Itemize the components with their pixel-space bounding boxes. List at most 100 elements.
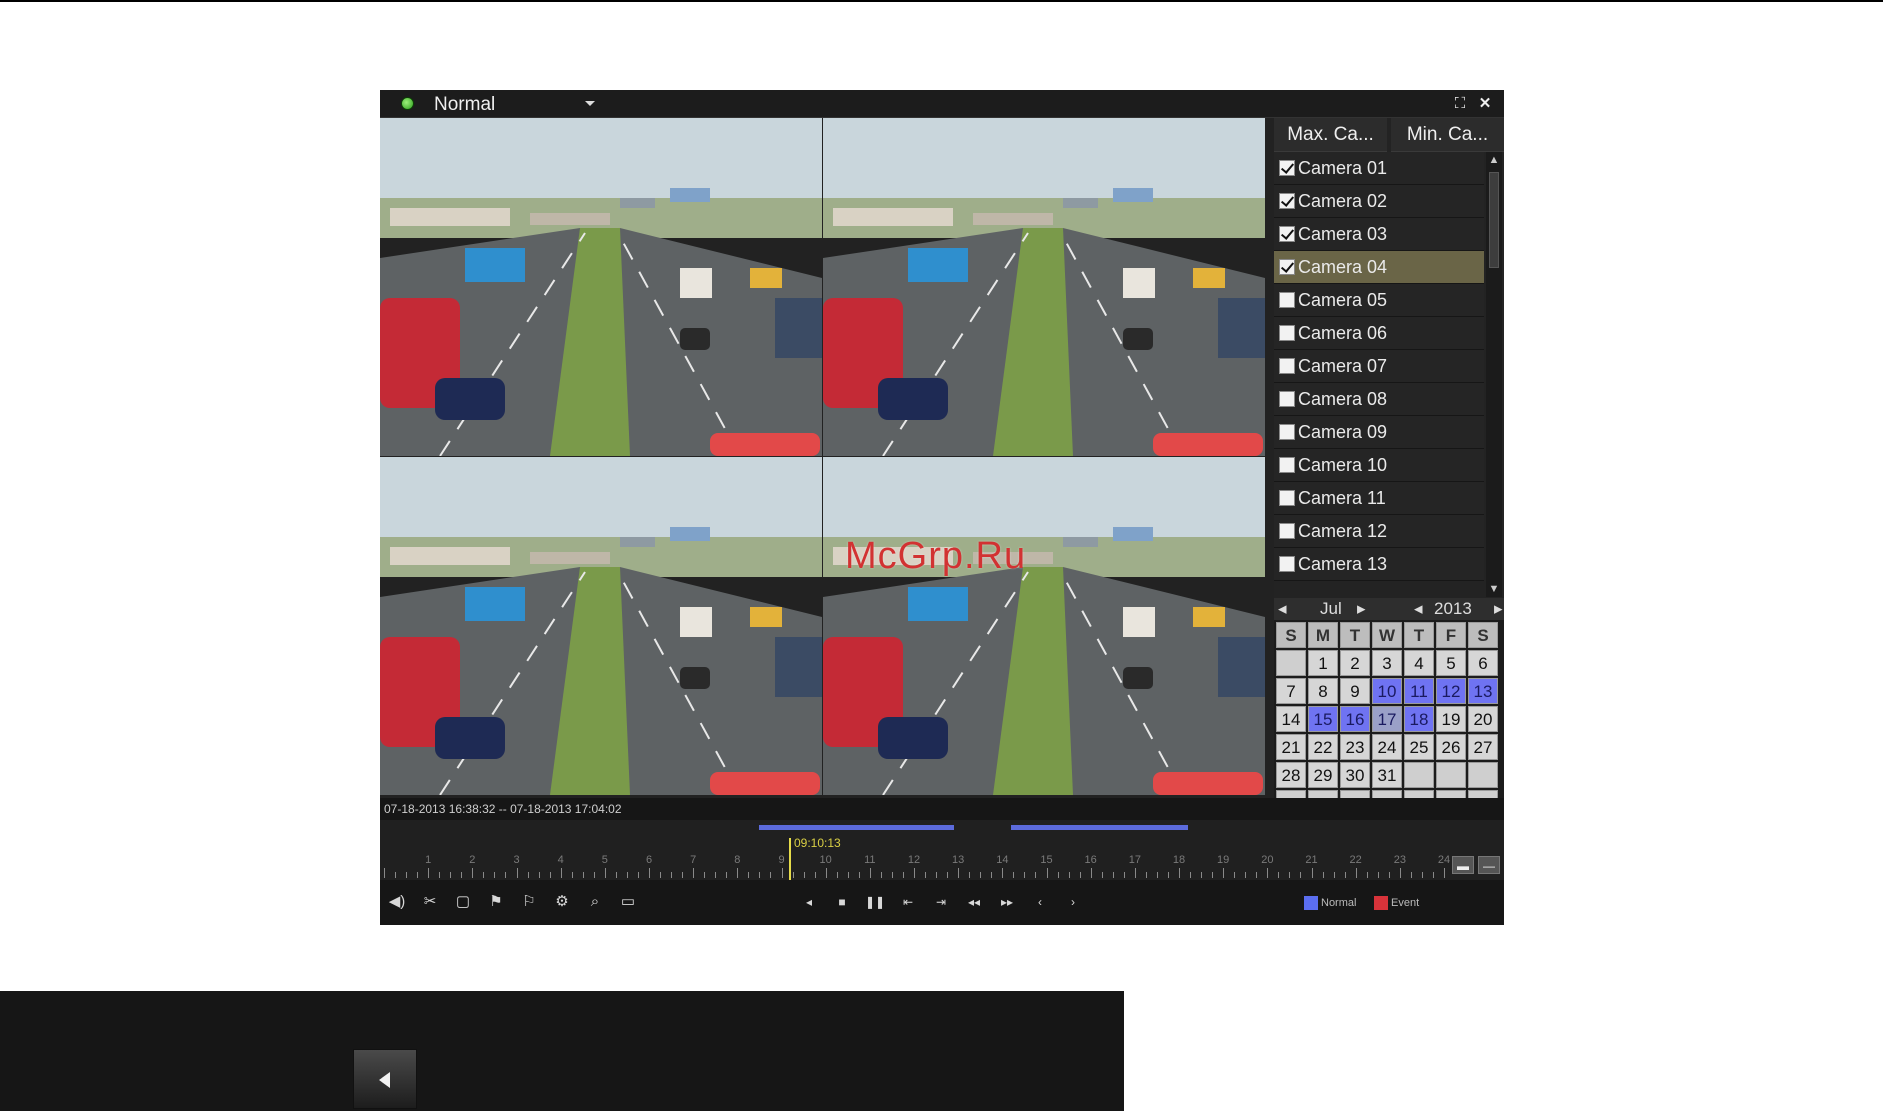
calendar-day[interactable]: 31 — [1372, 762, 1402, 788]
calendar-day[interactable]: 2 — [1340, 650, 1370, 676]
calendar-day[interactable]: 20 — [1468, 706, 1498, 732]
calendar-day[interactable]: 29 — [1308, 762, 1338, 788]
camera-checkbox[interactable] — [1279, 358, 1295, 374]
calendar-day[interactable]: 16 — [1340, 706, 1370, 732]
camera-list-item[interactable]: Camera 11 — [1274, 482, 1484, 515]
calendar-day[interactable]: 6 — [1468, 650, 1498, 676]
fast-icon[interactable]: ▸▸ — [996, 891, 1018, 913]
camera-checkbox[interactable] — [1279, 193, 1295, 209]
calendar-day[interactable]: 22 — [1308, 734, 1338, 760]
zoom-in-icon[interactable]: ▬ — [1452, 856, 1474, 874]
camera-list-scrollbar[interactable]: ▲ ▼ — [1486, 152, 1502, 597]
calendar-day[interactable]: 19 — [1436, 706, 1466, 732]
chevron-down-icon[interactable] — [585, 101, 595, 106]
camera-checkbox[interactable] — [1279, 523, 1295, 539]
close-icon[interactable]: ✕ — [1476, 95, 1494, 113]
prev-year-icon[interactable]: ◂ — [1414, 599, 1423, 619]
calendar-day[interactable]: 7 — [1276, 678, 1306, 704]
calendar-day[interactable]: 15 — [1308, 706, 1338, 732]
camera-list-item[interactable]: Camera 04 — [1274, 251, 1484, 284]
camera-list-item[interactable]: Camera 06 — [1274, 317, 1484, 350]
calendar-day[interactable]: 4 — [1404, 650, 1434, 676]
camera-list-item[interactable]: Camera 02 — [1274, 185, 1484, 218]
camera-checkbox[interactable] — [1279, 424, 1295, 440]
calendar-day[interactable]: 23 — [1340, 734, 1370, 760]
calendar-day[interactable]: 8 — [1308, 678, 1338, 704]
calendar-day[interactable]: 9 — [1340, 678, 1370, 704]
calendar-weekday: F — [1436, 622, 1466, 648]
calendar-day[interactable]: 10 — [1372, 678, 1402, 704]
camera-list-item[interactable]: Camera 09 — [1274, 416, 1484, 449]
calendar-day[interactable]: 28 — [1276, 762, 1306, 788]
camera-checkbox[interactable] — [1279, 292, 1295, 308]
more-icon[interactable]: ▭ — [617, 891, 639, 913]
timeline-cursor[interactable] — [789, 838, 791, 880]
calendar-day[interactable]: 30 — [1340, 762, 1370, 788]
camera-list-item[interactable]: Camera 03 — [1274, 218, 1484, 251]
video-tile[interactable] — [823, 457, 1265, 795]
timeline-bar[interactable]: 1 2 3 4 5 6 7 8 9 10 11 12 13 14 15 16 17 18 19 20 21 22 23 24 … — [380, 820, 1504, 880]
calendar-day[interactable]: 26 — [1436, 734, 1466, 760]
camera-list-item[interactable]: Camera 12 — [1274, 515, 1484, 548]
camera-list-item[interactable]: Camera 08 — [1274, 383, 1484, 416]
calendar-day[interactable]: 11 — [1404, 678, 1434, 704]
next-month-icon[interactable]: ▸ — [1357, 599, 1366, 619]
audio-icon[interactable]: ◀) — [386, 891, 408, 913]
stop-icon[interactable]: ■ — [831, 891, 853, 913]
slow-icon[interactable]: ◂◂ — [963, 891, 985, 913]
camera-checkbox[interactable] — [1279, 490, 1295, 506]
prev-icon[interactable]: ‹ — [1029, 891, 1051, 913]
fullscreen-icon[interactable]: ⛶ — [1451, 95, 1469, 113]
back-arrow-icon[interactable] — [353, 1049, 417, 1109]
step-back-icon[interactable]: ⇤ — [897, 891, 919, 913]
video-tile[interactable] — [380, 118, 822, 456]
camera-checkbox[interactable] — [1279, 160, 1295, 176]
video-tile[interactable] — [823, 118, 1265, 456]
lock-icon[interactable]: ▢ — [452, 891, 474, 913]
prev-month-icon[interactable]: ◂ — [1278, 599, 1287, 619]
camera-checkbox[interactable] — [1279, 457, 1295, 473]
camera-checkbox[interactable] — [1279, 226, 1295, 242]
calendar-day[interactable]: 14 — [1276, 706, 1306, 732]
playback-mode-select[interactable]: Normal — [434, 94, 495, 116]
camera-checkbox[interactable] — [1279, 259, 1295, 275]
camera-list-item[interactable]: Camera 13 — [1274, 548, 1484, 581]
camera-list-item[interactable]: Camera 10 — [1274, 449, 1484, 482]
camera-list-item[interactable]: Camera 07 — [1274, 350, 1484, 383]
next-icon[interactable]: › — [1062, 891, 1084, 913]
calendar-day[interactable]: 1 — [1308, 650, 1338, 676]
scroll-thumb[interactable] — [1489, 172, 1499, 268]
video-tile[interactable] — [380, 457, 822, 795]
calendar-day[interactable]: 25 — [1404, 734, 1434, 760]
max-camera-tab[interactable]: Max. Ca... — [1274, 118, 1387, 152]
camera-checkbox[interactable] — [1279, 391, 1295, 407]
video-grid[interactable] — [380, 118, 1274, 798]
scroll-up-icon[interactable]: ▲ — [1486, 152, 1502, 168]
calendar-day[interactable]: 13 — [1468, 678, 1498, 704]
tag-icon[interactable]: ⚑ — [485, 891, 507, 913]
pause-icon[interactable]: ❚❚ — [864, 891, 886, 913]
settings-icon[interactable]: ⚙ — [551, 891, 573, 913]
camera-list-item[interactable]: Camera 05 — [1274, 284, 1484, 317]
clip-icon[interactable]: ✂ — [419, 891, 441, 913]
calendar-day[interactable]: 21 — [1276, 734, 1306, 760]
calendar-day[interactable]: 18 — [1404, 706, 1434, 732]
step-forward-icon[interactable]: ⇥ — [930, 891, 952, 913]
calendar-day[interactable]: 3 — [1372, 650, 1402, 676]
min-camera-tab[interactable]: Min. Ca... — [1391, 118, 1504, 152]
calendar-day[interactable]: 5 — [1436, 650, 1466, 676]
next-year-icon[interactable]: ▸ — [1494, 599, 1503, 619]
camera-checkbox[interactable] — [1279, 556, 1295, 572]
calendar-day[interactable]: 12 — [1436, 678, 1466, 704]
reverse-play-icon[interactable]: ◂ — [798, 891, 820, 913]
scroll-down-icon[interactable]: ▼ — [1486, 581, 1502, 597]
zoom-out-icon[interactable]: — — [1478, 856, 1500, 874]
timeline-tick — [1046, 868, 1048, 878]
calendar-day[interactable]: 17 — [1372, 706, 1402, 732]
search-icon[interactable]: ⌕ — [584, 891, 606, 913]
calendar-day[interactable]: 27 — [1468, 734, 1498, 760]
camera-list-item[interactable]: Camera 01 — [1274, 152, 1484, 185]
camera-checkbox[interactable] — [1279, 325, 1295, 341]
calendar-day[interactable]: 24 — [1372, 734, 1402, 760]
add-tag-icon[interactable]: ⚐ — [518, 891, 540, 913]
